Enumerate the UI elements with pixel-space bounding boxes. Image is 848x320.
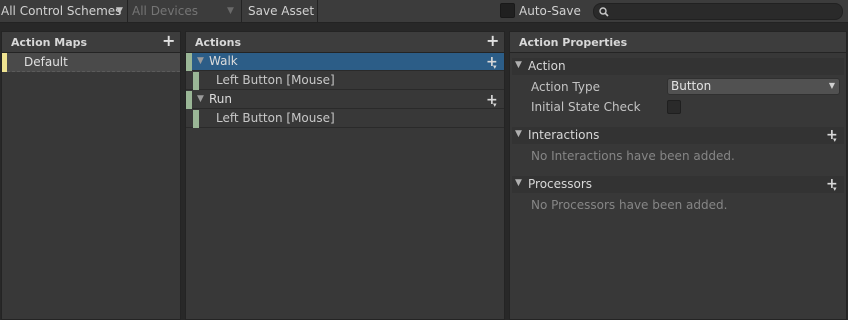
action-item-run[interactable]: ▼ Run + ▾ bbox=[186, 91, 504, 109]
binding-color-bar bbox=[193, 110, 199, 128]
add-binding-plus-icon[interactable]: + ▾ bbox=[486, 93, 498, 109]
action-section-foldout[interactable]: ▼ Action bbox=[512, 58, 844, 75]
action-type-value: Button bbox=[671, 79, 712, 93]
action-maps-title: Action Maps bbox=[11, 36, 88, 49]
action-color-bar bbox=[186, 91, 192, 109]
foldout-arrow-icon: ▼ bbox=[515, 178, 522, 188]
binding-label: Left Button [Mouse] bbox=[216, 73, 335, 87]
actions-panel: Actions + ▼ Walk + ▾ Left Button [Mouse] … bbox=[185, 31, 505, 320]
action-maps-panel: Action Maps + Default bbox=[1, 31, 181, 320]
actions-title: Actions bbox=[195, 36, 241, 49]
foldout-arrow-icon[interactable]: ▼ bbox=[197, 56, 204, 66]
initial-state-check-checkbox[interactable] bbox=[667, 100, 681, 114]
toolbar-divider bbox=[241, 0, 242, 22]
auto-save-checkbox[interactable] bbox=[500, 3, 515, 18]
interactions-section-foldout[interactable]: ▼ Interactions + ▾ bbox=[512, 127, 844, 144]
action-maps-header: Action Maps + bbox=[2, 32, 180, 53]
binding-label: Left Button [Mouse] bbox=[216, 111, 335, 125]
devices-label: All Devices bbox=[132, 4, 198, 18]
chevron-down-icon: ▼ bbox=[116, 6, 123, 16]
action-properties-panel: Action Properties ▼ Action Action Type B… bbox=[509, 31, 847, 320]
foldout-arrow-icon: ▼ bbox=[515, 129, 522, 139]
actions-header: Actions + bbox=[186, 32, 504, 53]
processors-section-label: Processors bbox=[528, 177, 593, 191]
toolbar: All Control Schemes ▼ All Devices ▼ Save… bbox=[0, 0, 848, 23]
save-asset-label: Save Asset bbox=[248, 4, 315, 18]
add-binding-plus-icon[interactable]: + ▾ bbox=[486, 55, 498, 71]
add-processor-plus-icon[interactable]: + ▾ bbox=[826, 177, 838, 193]
add-interaction-plus-icon[interactable]: + ▾ bbox=[826, 128, 838, 144]
action-label: Walk bbox=[209, 54, 238, 68]
search-icon bbox=[599, 7, 609, 17]
save-asset-button[interactable]: Save Asset bbox=[243, 0, 317, 22]
interactions-section-label: Interactions bbox=[528, 128, 600, 142]
binding-item[interactable]: Left Button [Mouse] bbox=[186, 110, 504, 128]
add-action-plus-icon[interactable]: + bbox=[486, 33, 499, 49]
action-properties-header: Action Properties bbox=[510, 32, 846, 53]
action-section-label: Action bbox=[528, 59, 566, 73]
toolbar-divider bbox=[127, 0, 128, 22]
action-color-bar bbox=[186, 53, 192, 71]
control-scheme-label: All Control Schemes bbox=[1, 4, 122, 18]
foldout-arrow-icon[interactable]: ▼ bbox=[197, 94, 204, 104]
devices-dropdown[interactable]: All Devices ▼ bbox=[129, 0, 240, 22]
processors-section-foldout[interactable]: ▼ Processors + ▾ bbox=[512, 176, 844, 193]
interactions-empty-text: No Interactions have been added. bbox=[531, 149, 735, 163]
auto-save-toggle[interactable]: Auto-Save bbox=[500, 0, 585, 22]
action-map-color-bar bbox=[2, 53, 7, 72]
search-input[interactable] bbox=[593, 3, 843, 20]
action-type-dropdown[interactable]: Button ▼ bbox=[667, 78, 840, 95]
initial-state-check-label: Initial State Check bbox=[531, 100, 641, 114]
foldout-arrow-icon: ▼ bbox=[515, 60, 522, 70]
action-properties-title: Action Properties bbox=[519, 36, 628, 49]
toolbar-divider bbox=[317, 0, 318, 22]
control-scheme-dropdown[interactable]: All Control Schemes ▼ bbox=[0, 0, 127, 22]
action-item-walk[interactable]: ▼ Walk + ▾ bbox=[186, 53, 504, 71]
action-map-label: Default bbox=[24, 55, 68, 69]
action-label: Run bbox=[209, 92, 233, 106]
chevron-down-icon: ▼ bbox=[227, 6, 234, 16]
add-action-map-plus-icon[interactable]: + bbox=[162, 33, 175, 49]
binding-color-bar bbox=[193, 72, 199, 90]
binding-item[interactable]: Left Button [Mouse] bbox=[186, 72, 504, 90]
processors-empty-text: No Processors have been added. bbox=[531, 198, 728, 212]
auto-save-label: Auto-Save bbox=[519, 4, 581, 18]
action-map-item[interactable]: Default bbox=[2, 53, 180, 72]
action-type-label: Action Type bbox=[531, 80, 600, 94]
chevron-down-icon: ▼ bbox=[828, 81, 835, 90]
